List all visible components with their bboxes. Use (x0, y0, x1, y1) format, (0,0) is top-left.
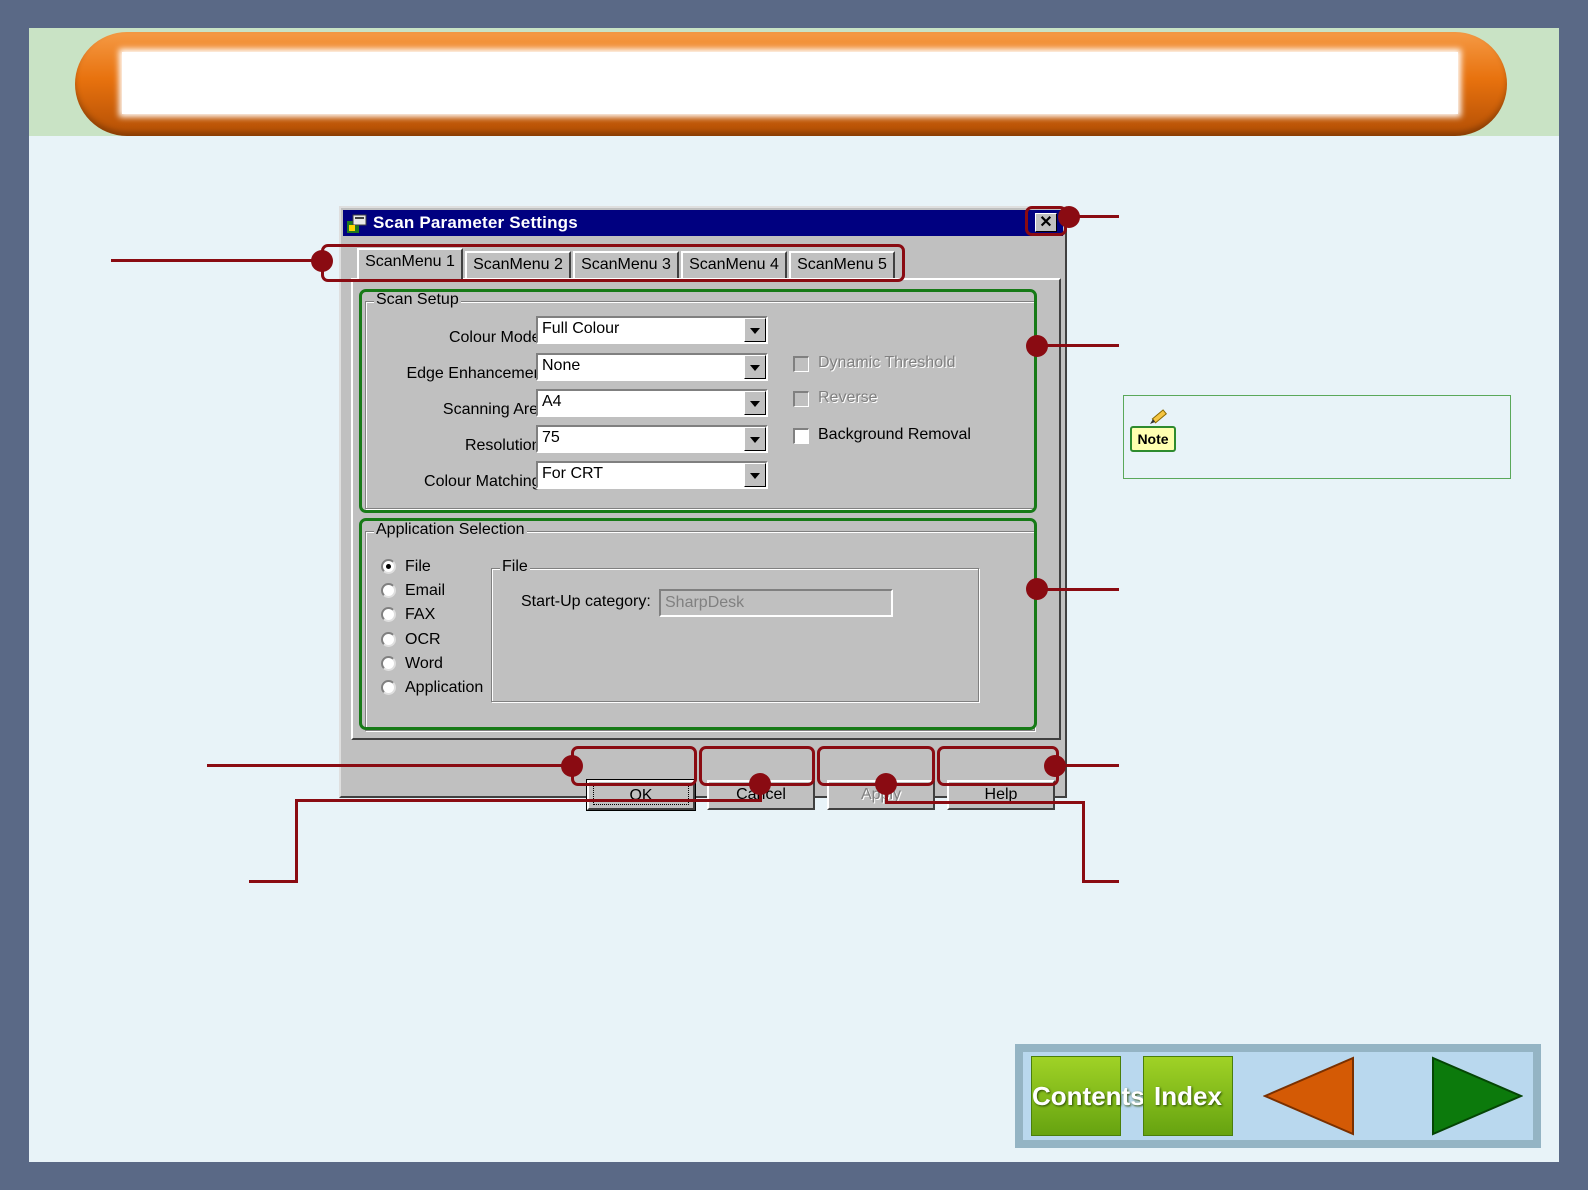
note-label: Note (1137, 431, 1169, 447)
note-box: Note (1123, 395, 1511, 479)
callout-dot-ok (561, 755, 583, 777)
callout-line-tabs (111, 259, 321, 262)
ok-button-label: OK (593, 785, 689, 805)
callout-line-cancel-v2 (295, 799, 298, 883)
manual-page: Scan Parameter Settings ✕ ScanMenu 1 Sca… (29, 28, 1559, 1162)
ok-button-highlight (571, 746, 697, 786)
dialog-titlebar[interactable]: Scan Parameter Settings ✕ (343, 210, 1063, 236)
index-button-label: Index (1154, 1081, 1222, 1111)
contents-button[interactable]: Contents (1031, 1056, 1145, 1136)
callout-line-application (1039, 588, 1119, 591)
dialog-title: Scan Parameter Settings (373, 213, 578, 232)
left-arrow-icon[interactable] (1263, 1056, 1357, 1136)
callout-dot-help (1044, 755, 1066, 777)
callout-dot-tabs (311, 250, 333, 272)
callout-line-help (1059, 764, 1119, 767)
callout-dot-application (1026, 578, 1048, 600)
contents-button-label: Contents (1032, 1081, 1145, 1111)
title-banner (75, 32, 1507, 136)
note-icon: Note (1130, 426, 1176, 452)
tab-scanmenu-1[interactable]: ScanMenu 1 (357, 248, 463, 279)
help-button-highlight (937, 746, 1059, 786)
tab-label: ScanMenu 1 (365, 253, 455, 270)
navigation-panel: Contents Index (1023, 1052, 1533, 1140)
page-title-area (122, 52, 1458, 114)
callout-line-apply-v2 (1082, 801, 1085, 883)
callout-line-apply-v1 (885, 784, 888, 802)
callout-line-scan-setup (1039, 344, 1119, 347)
callout-line-ok (207, 764, 573, 767)
callout-dot-scan-setup (1026, 335, 1048, 357)
right-arrow-icon[interactable] (1429, 1056, 1523, 1136)
callout-line-apply-h1 (885, 801, 1085, 804)
navigation-bar: Contents Index (1015, 1044, 1541, 1148)
callout-line-cancel-h1 (295, 799, 762, 802)
scanner-app-icon (347, 214, 367, 233)
callout-line-apply-h2 (1082, 880, 1119, 883)
application-selection-highlight (359, 518, 1037, 730)
header-band (29, 28, 1559, 136)
scan-setup-highlight (359, 289, 1037, 513)
callout-dot-close (1058, 206, 1080, 228)
callout-line-cancel-h2 (249, 880, 298, 883)
index-button[interactable]: Index (1143, 1056, 1233, 1136)
